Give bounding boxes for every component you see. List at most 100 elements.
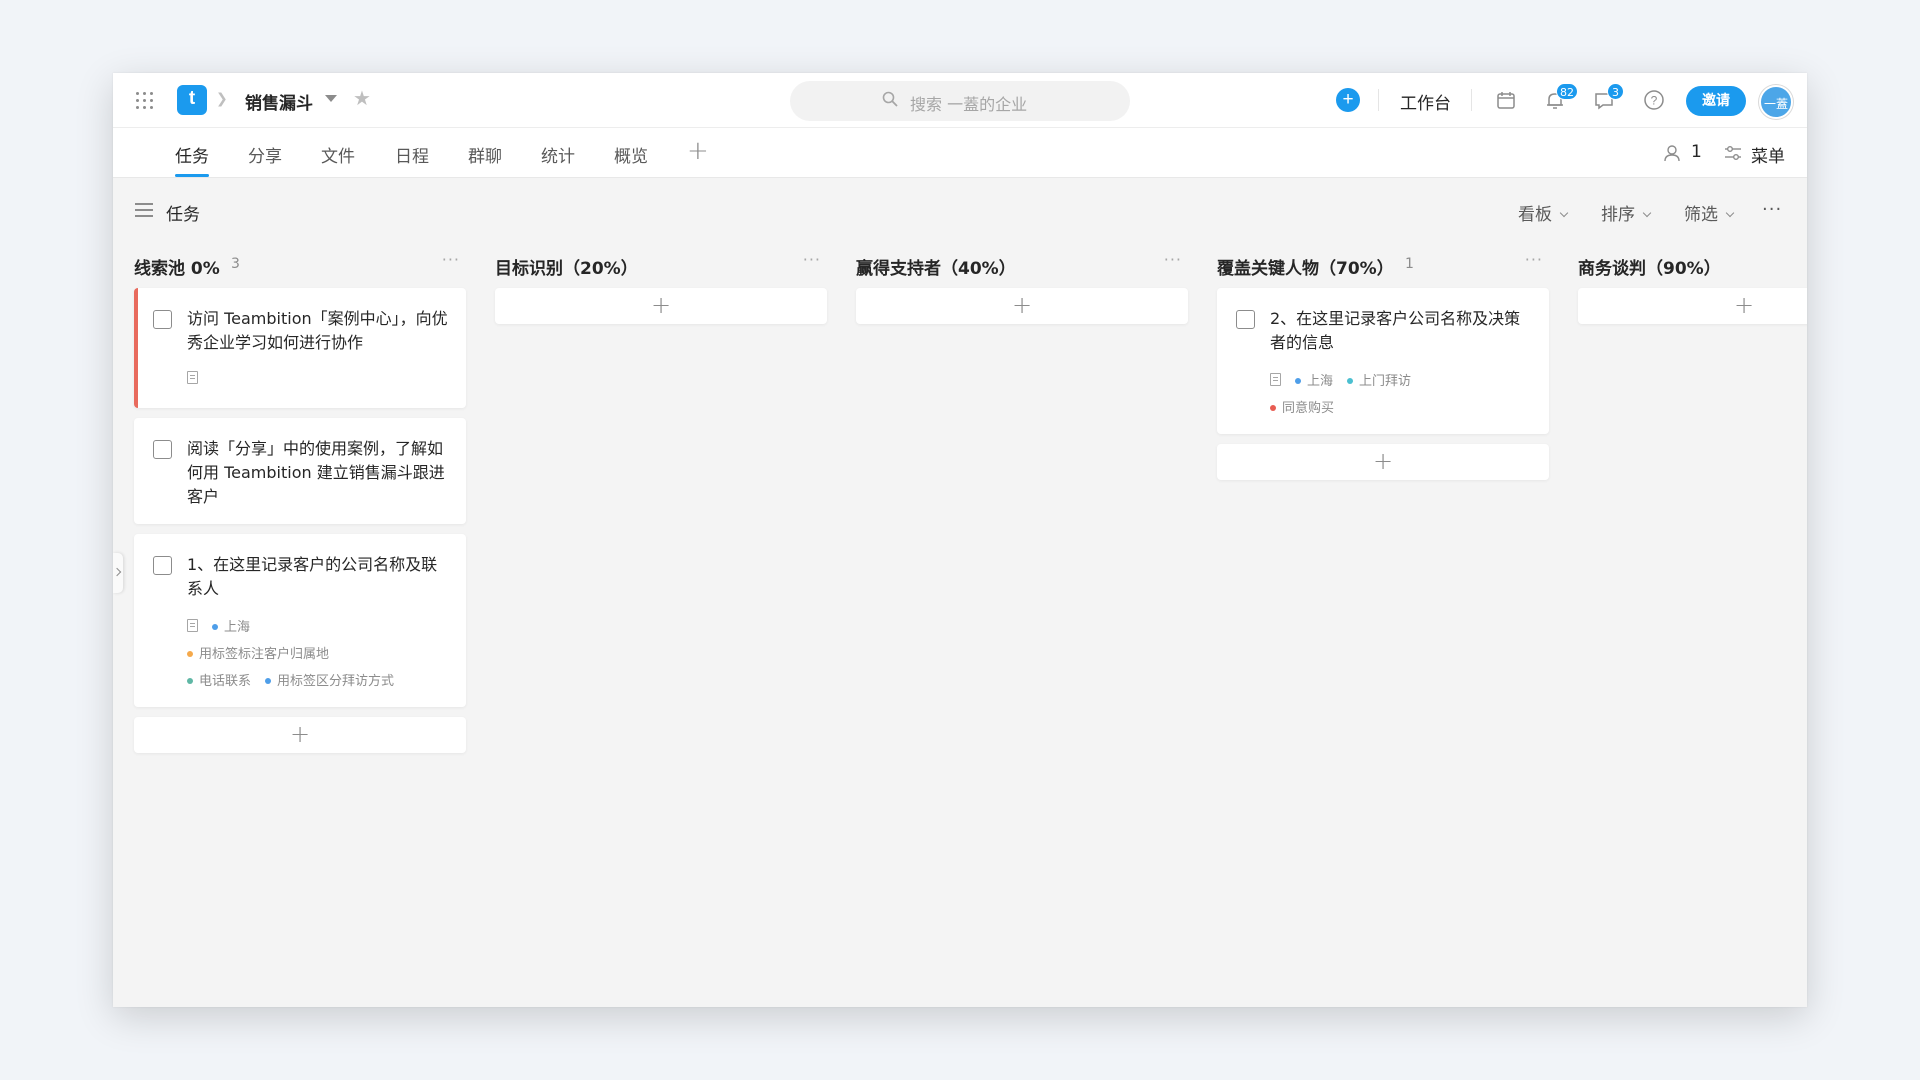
members-icon[interactable] [1663, 143, 1683, 163]
tab-bar: 任务 分享 文件 日程 群聊 统计 概览 + 1 菜单 [113, 128, 1807, 178]
tag[interactable]: 电话联系 [187, 670, 251, 689]
add-tab-button[interactable]: + [687, 136, 709, 166]
task-meta: 同意购买 [1270, 397, 1348, 416]
invite-button[interactable]: 邀请 [1686, 86, 1746, 116]
notifications-badge: 82 [1556, 83, 1578, 100]
task-card[interactable]: 访问 Teambition「案例中心」，向优秀企业学习如何进行协作 [134, 288, 466, 408]
column-title: 赢得支持者（40%） [856, 259, 1016, 279]
note-icon [187, 619, 198, 632]
task-title: 1、在这里记录客户的公司名称及联系人 [187, 555, 438, 598]
plus-icon: + [1372, 447, 1394, 475]
tab-overview[interactable]: 概览 [614, 142, 648, 167]
tag[interactable]: 同意购买 [1270, 397, 1334, 416]
divider [1471, 89, 1472, 111]
add-task-button[interactable]: + [856, 288, 1188, 324]
view-title: 任务 [166, 205, 200, 225]
tab-share[interactable]: 分享 [248, 142, 282, 167]
task-meta: 上海 [187, 616, 264, 635]
tag-label: 用标签区分拜访方式 [277, 674, 395, 689]
column-more-icon[interactable]: ··· [1525, 250, 1543, 269]
caret-down-icon[interactable] [325, 95, 337, 102]
task-meta: 电话联系 用标签区分拜访方式 [187, 670, 408, 689]
help-icon[interactable]: ? [1641, 87, 1667, 113]
tab-statistics[interactable]: 统计 [541, 142, 575, 167]
task-title: 阅读「分享」中的使用案例，了解如何用 Teambition 建立销售漏斗跟进客户 [187, 439, 445, 506]
task-checkbox[interactable] [153, 310, 172, 329]
tag[interactable]: 用标签区分拜访方式 [265, 670, 394, 689]
tag[interactable]: 上门拜访 [1347, 370, 1411, 389]
task-title: 2、在这里记录客户公司名称及决策者的信息 [1270, 309, 1521, 352]
tag-dot [187, 651, 193, 657]
add-task-button[interactable]: + [134, 717, 466, 753]
filter-label: 筛选 [1684, 205, 1718, 225]
task-checkbox[interactable] [1236, 310, 1255, 329]
board-column: 商务谈判（90%） + [1578, 248, 1807, 324]
column-header: 线索池 0% 3 ··· [134, 248, 466, 288]
task-checkbox[interactable] [153, 556, 172, 575]
add-task-button[interactable]: + [495, 288, 827, 324]
board-column: 目标识别（20%） ··· + [495, 248, 827, 324]
plus-icon: + [650, 291, 672, 319]
project-name[interactable]: 销售漏斗 [245, 89, 313, 114]
tag-label: 用标签标注客户归属地 [199, 647, 330, 662]
chevron-down-icon [1642, 208, 1652, 218]
apps-grid-icon[interactable] [136, 92, 153, 109]
tab-group-chat[interactable]: 群聊 [468, 142, 502, 167]
chevron-right-icon: ❯ [216, 91, 228, 107]
board-column: 赢得支持者（40%） ··· + [856, 248, 1188, 324]
column-header: 目标识别（20%） ··· [495, 248, 827, 288]
column-more-icon[interactable]: ··· [803, 250, 821, 269]
add-task-button[interactable]: + [1217, 444, 1549, 480]
sort-label: 排序 [1601, 205, 1635, 225]
messages-button[interactable]: 3 [1591, 83, 1624, 113]
tag-dot [187, 678, 193, 684]
sidebar-toggle-handle[interactable] [113, 553, 123, 593]
more-options-icon[interactable]: ··· [1762, 199, 1782, 220]
tag-label: 同意购买 [1282, 401, 1335, 416]
tag-dot [1295, 378, 1301, 384]
plus-icon: + [1733, 291, 1755, 319]
tab-tasks[interactable]: 任务 [175, 142, 209, 167]
member-count[interactable]: 1 [1691, 142, 1702, 162]
filter-dropdown[interactable]: 筛选 [1684, 200, 1735, 225]
task-card[interactable]: 2、在这里记录客户公司名称及决策者的信息 上海 上门拜访 同意购买 [1217, 288, 1549, 434]
tab-files[interactable]: 文件 [321, 142, 355, 167]
notifications-button[interactable]: 82 [1542, 83, 1578, 113]
app-logo[interactable]: t [177, 85, 207, 115]
chevron-down-icon [1559, 208, 1569, 218]
board-view-dropdown[interactable]: 看板 [1518, 200, 1569, 225]
task-meta: 用标签标注客户归属地 [187, 643, 343, 662]
column-count: 1 [1405, 256, 1414, 272]
menu-button[interactable]: 菜单 [1751, 142, 1785, 167]
app-window: t ❯ 销售漏斗 ★ 搜索 一蓋的企业 + 工作台 82 3 ? 邀请 一蓋 任… [113, 73, 1807, 1007]
top-bar: t ❯ 销售漏斗 ★ 搜索 一蓋的企业 + 工作台 82 3 ? 邀请 一蓋 [113, 73, 1807, 128]
hamburger-icon[interactable] [135, 203, 153, 217]
task-title: 访问 Teambition「案例中心」，向优秀企业学习如何进行协作 [187, 309, 448, 352]
workbench-button[interactable]: 工作台 [1400, 89, 1451, 114]
column-title: 线索池 0% [134, 259, 220, 279]
tag[interactable]: 用标签标注客户归属地 [187, 643, 329, 662]
task-card[interactable]: 1、在这里记录客户的公司名称及联系人 上海 用标签标注客户归属地 电话联系 用标签… [134, 534, 466, 707]
task-checkbox[interactable] [153, 440, 172, 459]
note-icon [187, 371, 198, 384]
plus-circle-icon[interactable]: + [1336, 88, 1360, 112]
column-more-icon[interactable]: ··· [1164, 250, 1182, 269]
tag-dot [1270, 405, 1276, 411]
star-icon[interactable]: ★ [353, 86, 371, 110]
plus-icon: + [1011, 291, 1033, 319]
sort-dropdown[interactable]: 排序 [1601, 200, 1652, 225]
tag-label: 上海 [1307, 374, 1334, 389]
settings-sliders-icon[interactable] [1723, 143, 1743, 163]
tag-label: 电话联系 [199, 674, 252, 689]
tag[interactable]: 上海 [212, 616, 250, 635]
calendar-icon[interactable] [1493, 87, 1519, 113]
column-more-icon[interactable]: ··· [442, 250, 460, 269]
column-count: 3 [231, 256, 240, 272]
avatar[interactable]: 一蓋 [1759, 85, 1793, 119]
note-icon [1270, 373, 1281, 386]
tab-schedule[interactable]: 日程 [395, 142, 429, 167]
tag[interactable]: 上海 [1295, 370, 1333, 389]
add-task-button[interactable]: + [1578, 288, 1807, 324]
task-card[interactable]: 阅读「分享」中的使用案例，了解如何用 Teambition 建立销售漏斗跟进客户 [134, 418, 466, 524]
search-input[interactable]: 搜索 一蓋的企业 [790, 81, 1130, 121]
